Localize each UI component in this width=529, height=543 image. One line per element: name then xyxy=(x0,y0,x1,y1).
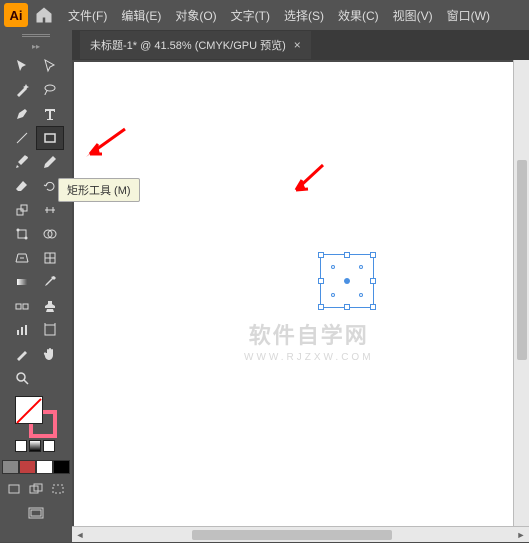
lasso-tool[interactable] xyxy=(36,78,64,102)
menu-edit[interactable]: 编辑(E) xyxy=(115,3,167,28)
corner-widget-icon[interactable] xyxy=(331,293,335,297)
tool-panel: ▸▸ xyxy=(0,30,72,542)
type-tool[interactable] xyxy=(36,102,64,126)
line-tool[interactable] xyxy=(8,126,36,150)
eraser-tool[interactable] xyxy=(8,174,36,198)
hand-tool[interactable] xyxy=(36,342,64,366)
color-mode-solid[interactable] xyxy=(15,440,27,452)
pencil-tool[interactable] xyxy=(36,150,64,174)
scrollbar-vertical[interactable] xyxy=(513,60,529,526)
resize-handle-tm[interactable] xyxy=(344,252,350,258)
scrollbar-thumb[interactable] xyxy=(517,160,527,360)
document-area: 未标题-1* @ 41.58% (CMYK/GPU 预览) × xyxy=(72,30,529,542)
menu-select[interactable]: 选择(S) xyxy=(278,3,330,28)
menu-file[interactable]: 文件(F) xyxy=(62,3,113,28)
corner-widget-icon[interactable] xyxy=(359,293,363,297)
swatch-2[interactable] xyxy=(19,460,36,474)
empty-tool-slot xyxy=(36,366,64,390)
scrollbar-horizontal[interactable]: ◄ ► xyxy=(72,526,529,542)
draw-inside[interactable] xyxy=(47,480,69,498)
panel-grip[interactable] xyxy=(21,34,51,40)
fill-stroke-control[interactable] xyxy=(13,394,59,454)
pen-tool[interactable] xyxy=(8,102,36,126)
canvas[interactable]: 软件自学网 WWW.RJZXW.COM xyxy=(74,62,527,540)
zoom-tool[interactable] xyxy=(8,366,36,390)
eyedropper-tool[interactable] xyxy=(36,270,64,294)
swatch-3[interactable] xyxy=(36,460,53,474)
gradient-tool[interactable] xyxy=(8,270,36,294)
selected-rectangle[interactable] xyxy=(320,254,374,308)
blend-tool[interactable] xyxy=(8,294,36,318)
perspective-grid-tool[interactable] xyxy=(8,246,36,270)
panel-expand-icon[interactable]: ▸▸ xyxy=(32,42,40,51)
swatch-4[interactable] xyxy=(53,460,70,474)
canvas-wrap: 软件自学网 WWW.RJZXW.COM xyxy=(72,60,529,542)
scroll-left-icon[interactable]: ◄ xyxy=(72,527,88,543)
rectangle-tool[interactable] xyxy=(36,126,64,150)
document-tab[interactable]: 未标题-1* @ 41.58% (CMYK/GPU 预览) × xyxy=(80,31,311,59)
mesh-tool[interactable] xyxy=(36,246,64,270)
menu-type[interactable]: 文字(T) xyxy=(225,3,276,28)
menu-items: 文件(F) 编辑(E) 对象(O) 文字(T) 选择(S) 效果(C) 视图(V… xyxy=(62,3,496,28)
draw-modes xyxy=(3,480,69,498)
swatch-row xyxy=(2,460,70,474)
free-transform-tool[interactable] xyxy=(8,222,36,246)
scrollbar-thumb[interactable] xyxy=(192,530,392,540)
watermark-sub: WWW.RJZXW.COM xyxy=(244,352,374,363)
menu-bar: Ai 文件(F) 编辑(E) 对象(O) 文字(T) 选择(S) 效果(C) 视… xyxy=(0,0,529,30)
app-logo: Ai xyxy=(4,3,28,27)
draw-behind[interactable] xyxy=(25,480,47,498)
tab-close-icon[interactable]: × xyxy=(294,38,301,52)
selection-center[interactable] xyxy=(344,278,350,284)
draw-normal[interactable] xyxy=(3,480,25,498)
paintbrush-tool[interactable] xyxy=(8,150,36,174)
corner-widget-icon[interactable] xyxy=(331,265,335,269)
resize-handle-bm[interactable] xyxy=(344,304,350,310)
slice-tool[interactable] xyxy=(8,342,36,366)
color-mode-gradient[interactable] xyxy=(29,440,41,452)
annotation-arrow-icon xyxy=(80,124,130,164)
resize-handle-mr[interactable] xyxy=(370,278,376,284)
scale-tool[interactable] xyxy=(8,198,36,222)
artboard-tool[interactable] xyxy=(36,318,64,342)
column-graph-tool[interactable] xyxy=(8,318,36,342)
resize-handle-tl[interactable] xyxy=(318,252,324,258)
color-mode-none[interactable] xyxy=(43,440,55,452)
tab-bar: 未标题-1* @ 41.58% (CMYK/GPU 预览) × xyxy=(72,30,529,60)
menu-effect[interactable]: 效果(C) xyxy=(332,3,385,28)
resize-handle-br[interactable] xyxy=(370,304,376,310)
resize-handle-bl[interactable] xyxy=(318,304,324,310)
corner-widget-icon[interactable] xyxy=(359,265,363,269)
menu-window[interactable]: 窗口(W) xyxy=(441,3,496,28)
tool-tooltip: 矩形工具 (M) xyxy=(58,178,140,202)
watermark: 软件自学网 WWW.RJZXW.COM xyxy=(244,318,374,363)
direct-selection-tool[interactable] xyxy=(36,54,64,78)
magic-wand-tool[interactable] xyxy=(8,78,36,102)
resize-handle-tr[interactable] xyxy=(370,252,376,258)
symbol-sprayer-tool[interactable] xyxy=(36,294,64,318)
annotation-arrow-icon xyxy=(288,162,328,198)
shape-builder-tool[interactable] xyxy=(36,222,64,246)
scroll-right-icon[interactable]: ► xyxy=(513,527,529,543)
swatch-1[interactable] xyxy=(2,460,19,474)
resize-handle-ml[interactable] xyxy=(318,278,324,284)
selection-tool[interactable] xyxy=(8,54,36,78)
screen-mode-icon[interactable] xyxy=(27,506,45,525)
tab-title: 未标题-1* @ 41.58% (CMYK/GPU 预览) xyxy=(90,37,286,53)
menu-view[interactable]: 视图(V) xyxy=(387,3,439,28)
fill-color[interactable] xyxy=(15,396,43,424)
watermark-main: 软件自学网 xyxy=(244,318,374,350)
home-icon[interactable] xyxy=(34,5,54,25)
menu-object[interactable]: 对象(O) xyxy=(169,3,222,28)
